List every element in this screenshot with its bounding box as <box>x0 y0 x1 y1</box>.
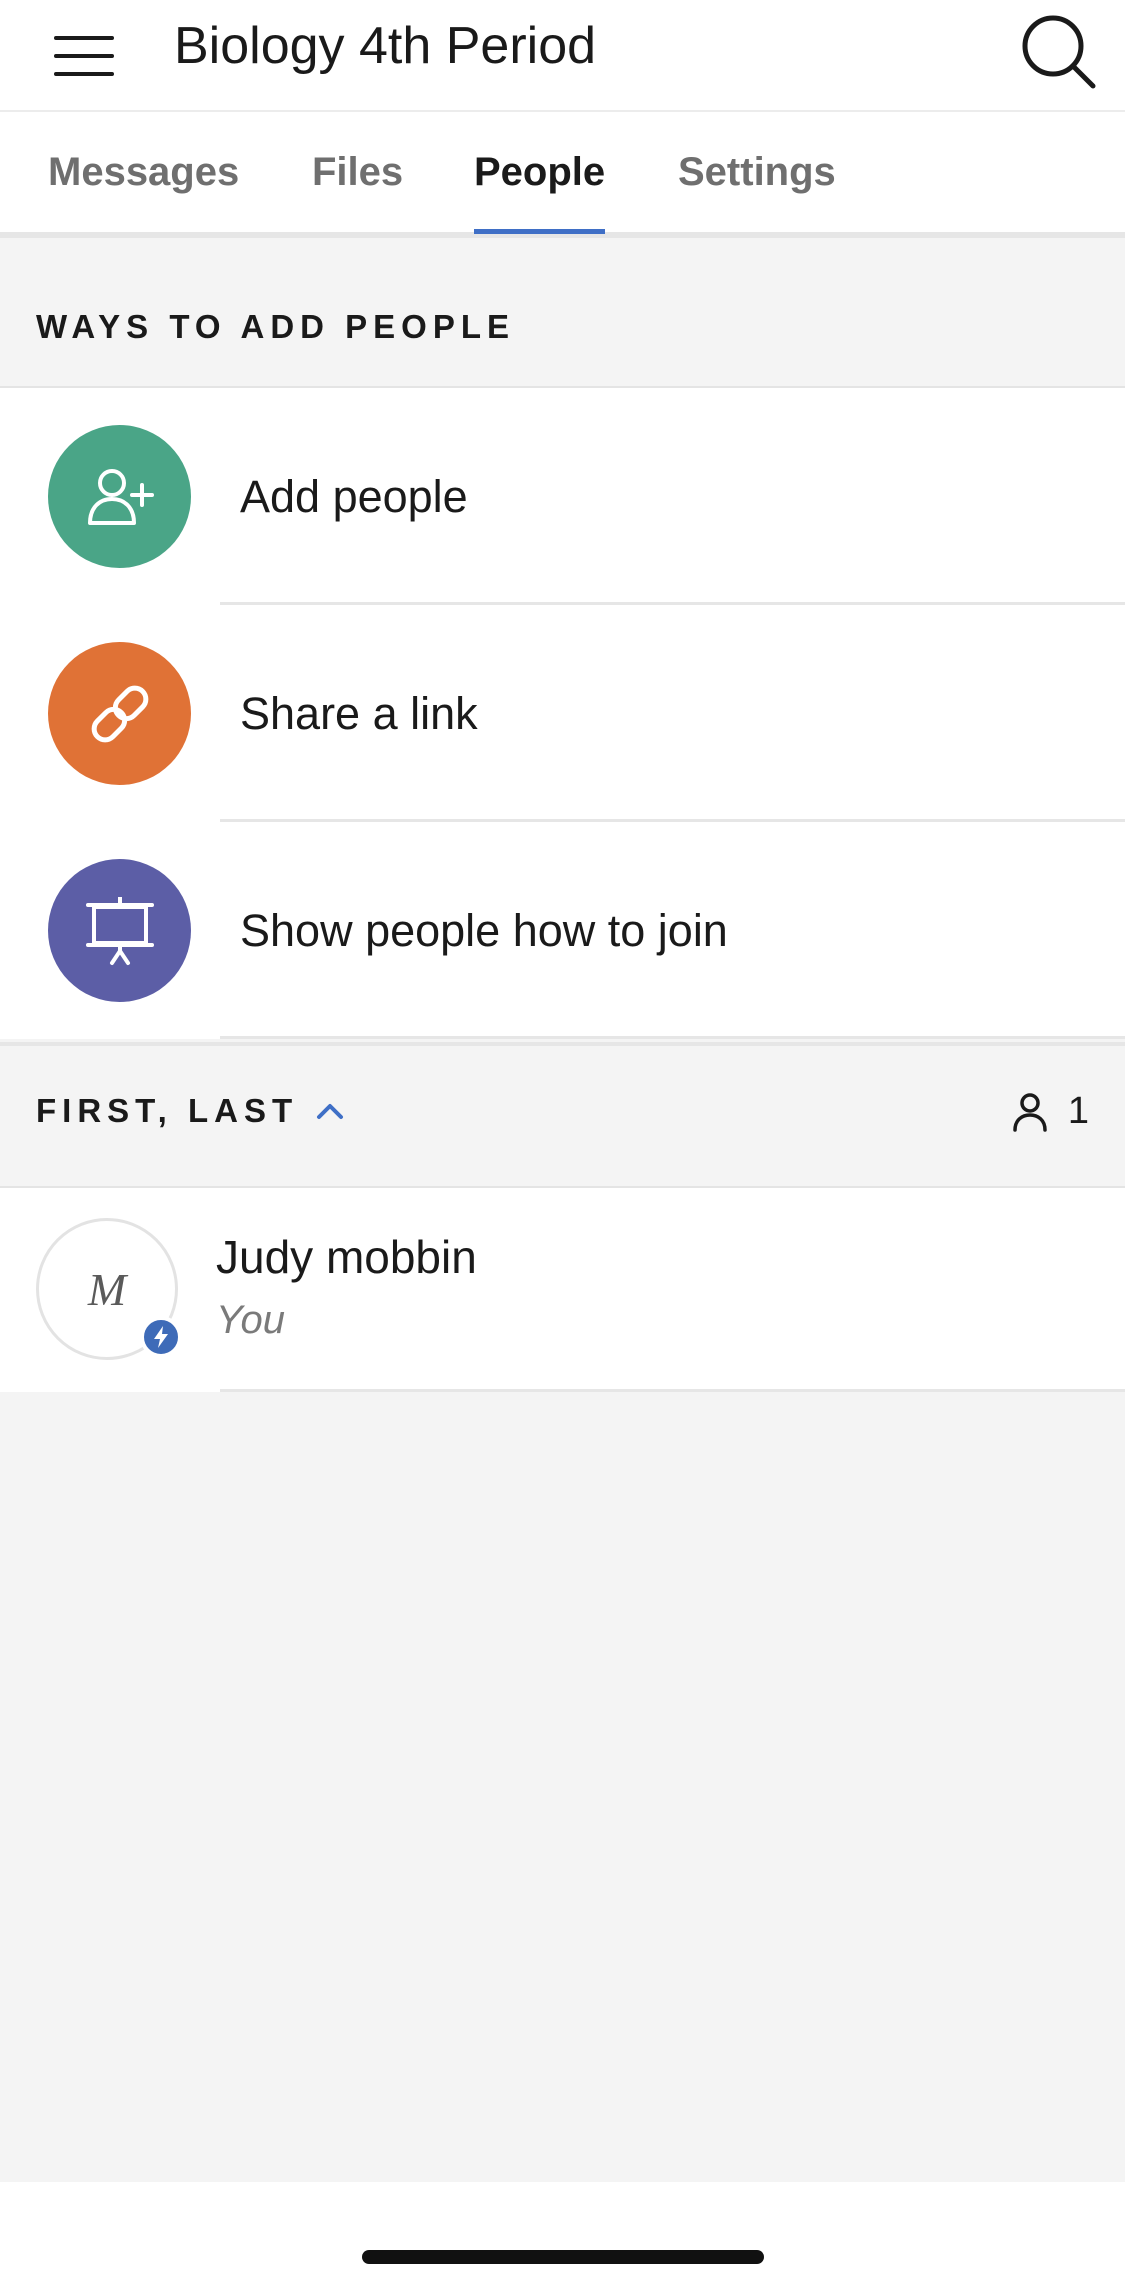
ways-to-add-list: Add people Share a link Show people how … <box>0 386 1125 1039</box>
add-people-row[interactable]: Add people <box>0 388 1125 605</box>
presentation-board-icon <box>85 896 154 965</box>
app-bar: Biology 4th Period <box>0 0 1125 112</box>
member-count-value: 1 <box>1067 1090 1089 1132</box>
link-icon <box>91 685 148 742</box>
divider <box>220 1389 1125 1392</box>
status-badge <box>140 1316 182 1358</box>
share-link-label: Share a link <box>240 687 478 739</box>
chevron-up-icon <box>317 1104 344 1119</box>
ways-section-header: WAYS TO ADD PEOPLE <box>0 238 1125 386</box>
search-button[interactable] <box>1011 4 1107 100</box>
person-icon <box>1013 1092 1047 1132</box>
list-item[interactable]: M Judy mobbin You <box>0 1188 1125 1392</box>
page-title: Biology 4th Period <box>174 17 597 75</box>
share-link-circle <box>48 642 191 785</box>
tab-people[interactable]: People <box>474 112 606 234</box>
home-indicator[interactable] <box>362 2250 764 2264</box>
show-how-to-join-label: Show people how to join <box>240 904 728 956</box>
home-indicator-area <box>0 2182 1125 2284</box>
tab-files[interactable]: Files <box>312 112 403 232</box>
member-count: 1 <box>1012 1090 1089 1133</box>
menu-button[interactable] <box>40 12 128 100</box>
sort-toggle[interactable]: FIRST, LAST <box>36 1092 344 1130</box>
show-how-to-join-row[interactable]: Show people how to join <box>0 822 1125 1039</box>
add-people-circle <box>48 425 191 568</box>
show-how-to-join-circle <box>48 859 191 1002</box>
hamburger-menu-icon <box>54 36 114 76</box>
add-user-icon <box>87 468 154 525</box>
divider <box>220 1036 1125 1039</box>
share-link-row[interactable]: Share a link <box>0 605 1125 822</box>
member-name: Judy mobbin <box>216 1231 477 1283</box>
member-subtitle: You <box>216 1298 285 1342</box>
lightning-icon <box>154 1326 168 1348</box>
tab-settings[interactable]: Settings <box>678 112 836 232</box>
sort-label: FIRST, LAST <box>36 1092 299 1129</box>
add-people-label: Add people <box>240 470 468 522</box>
tab-messages[interactable]: Messages <box>48 112 239 232</box>
tab-bar: Messages Files People Settings <box>0 112 1125 238</box>
search-icon <box>1022 15 1096 89</box>
people-section-header: FIRST, LAST 1 <box>0 1042 1125 1188</box>
ways-section-title: WAYS TO ADD PEOPLE <box>36 308 516 345</box>
